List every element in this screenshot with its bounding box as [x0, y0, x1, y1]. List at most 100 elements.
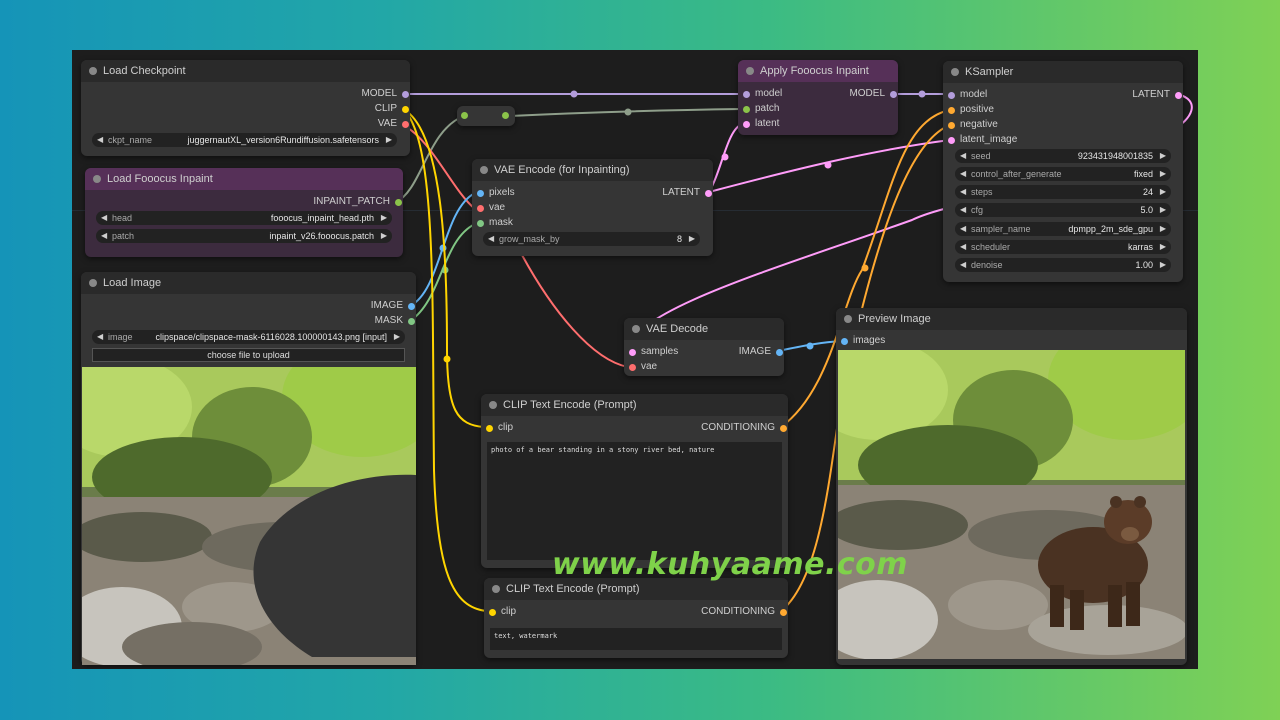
- node-title-bar[interactable]: Load Checkpoint: [81, 60, 410, 82]
- node-title-bar[interactable]: Preview Image: [836, 308, 1187, 330]
- vae-pin-icon[interactable]: [629, 364, 636, 371]
- images-pin-icon[interactable]: [841, 338, 848, 345]
- output-conditioning[interactable]: CONDITIONING: [701, 421, 788, 435]
- node-title-bar[interactable]: CLIP Text Encode (Prompt): [481, 394, 788, 416]
- mask-pin-icon[interactable]: [408, 318, 415, 325]
- arrow-left-icon[interactable]: ◀: [960, 203, 966, 217]
- node-title-bar[interactable]: Load Image: [81, 272, 416, 294]
- arrow-left-icon[interactable]: ◀: [960, 240, 966, 254]
- load-checkpoint-node[interactable]: Load Checkpoint MODEL CLIP VAE ◀ ckpt_na…: [81, 60, 410, 156]
- arrow-left-icon[interactable]: ◀: [488, 232, 494, 246]
- arrow-left-icon[interactable]: ◀: [960, 222, 966, 236]
- arrow-right-icon[interactable]: ▶: [1160, 203, 1166, 217]
- arrow-right-icon[interactable]: ▶: [689, 232, 695, 246]
- collapse-dot-icon[interactable]: [951, 68, 959, 76]
- latent-pin-icon[interactable]: [743, 121, 750, 128]
- apply-fooocus-inpaint-node[interactable]: Apply Fooocus Inpaint model patch latent…: [738, 60, 898, 135]
- patch-widget[interactable]: ◀ patch inpaint_v26.fooocus.patch ▶: [96, 229, 392, 243]
- mask-pin-icon[interactable]: [477, 220, 484, 227]
- output-image[interactable]: IMAGE: [371, 299, 416, 313]
- scheduler-widget[interactable]: ◀ scheduler karras ▶: [955, 240, 1171, 254]
- ckpt-name-widget[interactable]: ◀ ckpt_name juggernautXL_version6Rundiff…: [92, 133, 397, 147]
- output-model[interactable]: MODEL: [361, 87, 410, 101]
- latent-pin-icon[interactable]: [1175, 92, 1182, 99]
- input-mask[interactable]: mask: [476, 216, 513, 230]
- output-inpaint-patch[interactable]: INPAINT_PATCH: [313, 195, 403, 209]
- model-pin-icon[interactable]: [402, 91, 409, 98]
- input-samples[interactable]: samples: [628, 345, 678, 359]
- input-patch[interactable]: patch: [742, 102, 779, 116]
- input-positive[interactable]: positive: [947, 103, 994, 117]
- reroute-out-pin-icon[interactable]: [502, 112, 509, 119]
- seed-widget[interactable]: ◀ seed 923431948001835 ▶: [955, 149, 1171, 163]
- node-title-bar[interactable]: VAE Decode: [624, 318, 784, 340]
- clip-pin-icon[interactable]: [486, 425, 493, 432]
- input-model[interactable]: model: [742, 87, 782, 101]
- collapse-dot-icon[interactable]: [480, 166, 488, 174]
- collapse-dot-icon[interactable]: [89, 67, 97, 75]
- arrow-left-icon[interactable]: ◀: [101, 229, 107, 243]
- arrow-right-icon[interactable]: ▶: [381, 229, 387, 243]
- node-title-bar[interactable]: Load Fooocus Inpaint: [85, 168, 403, 190]
- node-title-bar[interactable]: VAE Encode (for Inpainting): [472, 159, 713, 181]
- arrow-right-icon[interactable]: ▶: [394, 330, 400, 344]
- grow-mask-widget[interactable]: ◀ grow_mask_by 8 ▶: [483, 232, 700, 246]
- model-pin-icon[interactable]: [948, 92, 955, 99]
- conditioning-pin-icon[interactable]: [780, 609, 787, 616]
- input-pixels[interactable]: pixels: [476, 186, 515, 200]
- arrow-right-icon[interactable]: ▶: [1160, 240, 1166, 254]
- negative-pin-icon[interactable]: [948, 122, 955, 129]
- negative-prompt-textarea[interactable]: text, watermark: [490, 628, 782, 650]
- arrow-right-icon[interactable]: ▶: [386, 133, 392, 147]
- denoise-widget[interactable]: ◀ denoise 1.00 ▶: [955, 258, 1171, 272]
- samples-pin-icon[interactable]: [629, 349, 636, 356]
- upload-button[interactable]: choose file to upload: [92, 348, 405, 362]
- reroute-in-pin-icon[interactable]: [461, 112, 468, 119]
- input-latent[interactable]: latent: [742, 117, 779, 131]
- arrow-left-icon[interactable]: ◀: [97, 330, 103, 344]
- output-mask[interactable]: MASK: [375, 314, 416, 328]
- collapse-dot-icon[interactable]: [93, 175, 101, 183]
- collapse-dot-icon[interactable]: [746, 67, 754, 75]
- vae-pin-icon[interactable]: [477, 205, 484, 212]
- control-after-generate-widget[interactable]: ◀ control_after_generate fixed ▶: [955, 167, 1171, 181]
- output-conditioning[interactable]: CONDITIONING: [701, 605, 788, 619]
- output-vae[interactable]: VAE: [378, 117, 410, 131]
- arrow-right-icon[interactable]: ▶: [1160, 167, 1166, 181]
- clip-pin-icon[interactable]: [489, 609, 496, 616]
- collapse-dot-icon[interactable]: [844, 315, 852, 323]
- arrow-left-icon[interactable]: ◀: [960, 149, 966, 163]
- vae-encode-inpaint-node[interactable]: VAE Encode (for Inpainting) pixels vae m…: [472, 159, 713, 256]
- arrow-right-icon[interactable]: ▶: [1160, 185, 1166, 199]
- reroute-node[interactable]: [457, 106, 515, 126]
- collapse-dot-icon[interactable]: [489, 401, 497, 409]
- conditioning-pin-icon[interactable]: [780, 425, 787, 432]
- input-clip[interactable]: clip: [485, 421, 513, 435]
- sampler-name-widget[interactable]: ◀ sampler_name dpmpp_2m_sde_gpu ▶: [955, 222, 1171, 236]
- input-negative[interactable]: negative: [947, 118, 998, 132]
- arrow-right-icon[interactable]: ▶: [1160, 149, 1166, 163]
- arrow-left-icon[interactable]: ◀: [960, 167, 966, 181]
- input-images[interactable]: images: [840, 334, 885, 348]
- patch-pin-icon[interactable]: [743, 106, 750, 113]
- collapse-dot-icon[interactable]: [632, 325, 640, 333]
- positive-prompt-textarea[interactable]: photo of a bear standing in a stony rive…: [487, 442, 782, 560]
- steps-widget[interactable]: ◀ steps 24 ▶: [955, 185, 1171, 199]
- image-select-widget[interactable]: ◀ image clipspace/clipspace-mask-6116028…: [92, 330, 405, 344]
- vae-pin-icon[interactable]: [402, 121, 409, 128]
- input-vae[interactable]: vae: [476, 201, 505, 215]
- image-pin-icon[interactable]: [776, 349, 783, 356]
- clip-text-encode-negative-node[interactable]: CLIP Text Encode (Prompt) clip CONDITION…: [484, 578, 788, 658]
- clip-text-encode-positive-node[interactable]: CLIP Text Encode (Prompt) clip CONDITION…: [481, 394, 788, 568]
- arrow-left-icon[interactable]: ◀: [960, 185, 966, 199]
- output-latent[interactable]: LATENT: [1132, 88, 1183, 102]
- input-latent-image[interactable]: latent_image: [947, 133, 1017, 147]
- node-graph-canvas[interactable]: Load Checkpoint MODEL CLIP VAE ◀ ckpt_na…: [72, 50, 1198, 669]
- latent-pin-icon[interactable]: [948, 137, 955, 144]
- output-latent[interactable]: LATENT: [662, 186, 713, 200]
- image-pin-icon[interactable]: [408, 303, 415, 310]
- preview-image-node[interactable]: Preview Image images: [836, 308, 1187, 665]
- collapse-dot-icon[interactable]: [492, 585, 500, 593]
- latent-pin-icon[interactable]: [705, 190, 712, 197]
- load-image-node[interactable]: Load Image IMAGE MASK ◀ image clipspace/…: [81, 272, 416, 665]
